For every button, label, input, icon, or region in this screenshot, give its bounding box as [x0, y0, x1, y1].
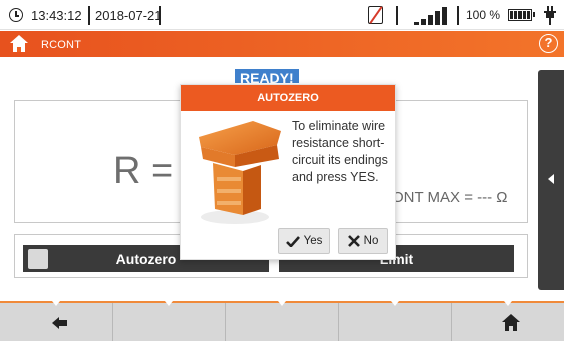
title-bar: RCONT ? — [0, 31, 564, 57]
page-title: RCONT — [41, 39, 82, 51]
battery-percent: 100 % — [466, 8, 501, 22]
nav-slot-2[interactable] — [113, 301, 226, 341]
yes-button[interactable]: Yes — [278, 228, 330, 254]
divider — [396, 6, 398, 25]
limit-readout: ONT MAX = --- Ω — [392, 189, 508, 206]
dialog-title: AUTOZERO — [181, 85, 395, 111]
divider — [88, 6, 90, 25]
bottom-navigation — [0, 301, 564, 341]
close-icon — [347, 235, 360, 247]
yes-button-label: Yes — [303, 235, 323, 247]
dialog-message: To eliminate wire resistance short-circu… — [292, 119, 388, 184]
date-display: 2018-07-21 — [95, 8, 162, 23]
home-icon — [502, 314, 520, 331]
autozero-checkbox[interactable] — [28, 249, 48, 269]
clock-icon — [9, 8, 23, 22]
back-button[interactable] — [0, 301, 113, 341]
divider — [159, 6, 161, 25]
back-arrow-icon — [52, 317, 68, 329]
help-icon[interactable]: ? — [539, 34, 558, 53]
status-bar: 13:43:12 2018-07-21 100 % — [0, 0, 564, 30]
time-display: 13:43:12 — [31, 8, 82, 23]
checkmark-icon — [285, 235, 300, 247]
nav-slot-3[interactable] — [226, 301, 339, 341]
chevron-left-icon — [548, 174, 554, 184]
shorted-probe-illustration — [199, 121, 281, 224]
sd-card-missing-icon — [368, 6, 383, 24]
battery-icon — [508, 9, 535, 21]
home-icon[interactable] — [10, 35, 28, 52]
signal-icon — [414, 7, 450, 25]
divider — [457, 6, 459, 25]
nav-slot-4[interactable] — [339, 301, 452, 341]
no-button[interactable]: No — [338, 228, 388, 254]
power-plug-icon — [544, 6, 556, 25]
autozero-dialog: AUTOZERO To eliminate wire resistance sh… — [180, 84, 396, 260]
no-button-label: No — [363, 235, 379, 247]
home-button[interactable] — [452, 301, 564, 341]
status-badge: READY! — [235, 69, 299, 83]
measurement-symbol: R = — [113, 150, 174, 192]
autozero-button-label: Autozero — [115, 250, 177, 267]
side-panel-tab[interactable] — [538, 70, 564, 290]
